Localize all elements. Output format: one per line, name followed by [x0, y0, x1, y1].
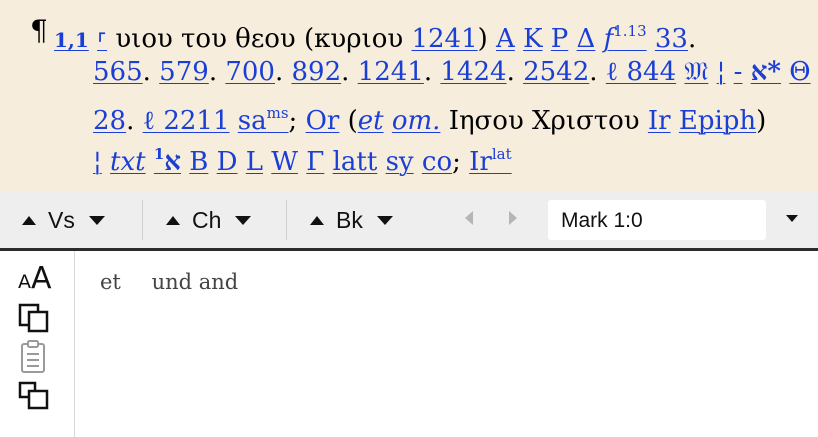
greek-phrase: Ιησου Χριστου [448, 106, 640, 136]
witness-l2211[interactable]: ℓ 2211 [143, 106, 230, 136]
separator-1[interactable]: ¦ [717, 57, 726, 87]
verse-nav: Vs [22, 192, 105, 248]
witness-latt[interactable]: latt [333, 147, 378, 177]
variant-mark-link[interactable]: ⸀ [97, 28, 107, 52]
book-nav: Bk [310, 192, 393, 248]
separator-2[interactable]: ¦ [93, 147, 102, 177]
om-link[interactable]: om. [392, 106, 441, 136]
witness-irenaeus[interactable]: Ir [648, 106, 671, 136]
witness-syriac[interactable]: sy [386, 147, 414, 177]
nav-left-icon[interactable] [465, 211, 473, 225]
chapter-prev-triangle-up-icon[interactable] [166, 215, 180, 225]
duplicate-window-icon[interactable] [18, 381, 52, 411]
paragraph-mark: ¶ [30, 14, 48, 47]
apparatus-line-3: 28. ℓ 2211 sams; Or (et om. Ιησου Χριστο… [93, 104, 767, 136]
witness-sa-label: sa [237, 106, 267, 136]
reference-dropdown-icon[interactable] [786, 215, 798, 222]
witness-1241[interactable]: 1241 [411, 24, 477, 54]
font-size-icon[interactable]: AA [18, 261, 52, 296]
witness-565[interactable]: 565 [93, 57, 143, 87]
omission-dash[interactable]: - [734, 57, 743, 87]
witness-A[interactable]: A [496, 24, 515, 54]
witness-origen[interactable]: Or [306, 106, 340, 136]
side-toolbar: AA [0, 251, 75, 437]
apparatus-line-2: 565. 579. 700. 892. 1241. 1424. 2542. ℓ … [93, 57, 811, 87]
reference-field[interactable]: Mark 1:0 [548, 200, 766, 240]
witness-28[interactable]: 28 [93, 106, 126, 136]
verse-label: Vs [48, 206, 75, 233]
witness-K[interactable]: K [523, 24, 542, 54]
verse-ref-link[interactable]: 1,1 [54, 28, 89, 52]
witness-majority[interactable]: 𝔐 [684, 57, 708, 87]
witness-aleph-1-label: א [164, 147, 181, 177]
content-word: et [100, 270, 121, 294]
txt-link[interactable]: txt [110, 147, 146, 177]
witness-W[interactable]: W [271, 147, 298, 177]
witness-ir2-label: Ir [469, 147, 492, 177]
clipboard-icon[interactable] [18, 339, 52, 375]
witness-aleph-star[interactable]: א* [751, 57, 781, 87]
witness-sahidic[interactable]: sams [237, 104, 289, 136]
witness-coptic[interactable]: co [422, 147, 452, 177]
book-prev-triangle-up-icon[interactable] [310, 215, 324, 225]
witness-f-sup: 1.13 [613, 22, 647, 40]
witness-f-label: f [603, 24, 614, 54]
verse-prev-triangle-up-icon[interactable] [22, 215, 36, 225]
nav-right-icon[interactable] [509, 211, 517, 225]
witness-33[interactable]: 33 [655, 24, 688, 54]
witness-aleph-1-sup: 1 [153, 145, 165, 163]
witness-P[interactable]: P [551, 24, 569, 54]
witness-2542[interactable]: 2542 [523, 57, 589, 87]
chapter-label: Ch [192, 206, 222, 233]
toolbar-divider [142, 200, 143, 240]
book-label: Bk [336, 206, 363, 233]
witness-l844[interactable]: ℓ 844 [606, 57, 676, 87]
witness-700[interactable]: 700 [225, 57, 275, 87]
reference-text: Mark 1:0 [561, 209, 643, 232]
witness-aleph-1[interactable]: א1 [153, 145, 181, 177]
navigation-toolbar: Vs Ch Bk Mark 1:0 [0, 192, 818, 251]
witness-sa-sup: ms [266, 104, 289, 122]
witness-Gamma[interactable]: Γ [306, 147, 324, 177]
witness-epiphanius[interactable]: Epiph [679, 106, 756, 136]
apparatus-line-4: ¦ txt א1 B D L W Γ latt sy co; Irlat [93, 145, 512, 177]
paren-open: ( [304, 24, 315, 54]
et-link[interactable]: et [358, 106, 384, 136]
witness-D[interactable]: D [217, 147, 238, 177]
copy-icon[interactable] [18, 303, 52, 333]
witness-Theta[interactable]: Θ [789, 57, 810, 87]
variant-reading: κυριου [314, 24, 404, 54]
chapter-nav: Ch [166, 192, 252, 248]
word-content: et und and [100, 270, 262, 294]
witness-irenaeus-lat[interactable]: Irlat [469, 145, 512, 177]
chapter-next-triangle-down-icon[interactable] [235, 215, 252, 225]
lemma-text: υιου του θεου [115, 24, 296, 54]
witness-ir2-sup: lat [491, 145, 512, 163]
witness-B[interactable]: B [189, 147, 208, 177]
paren-close: ) [477, 24, 488, 54]
book-next-triangle-down-icon[interactable] [376, 215, 393, 225]
toolbar-divider [286, 200, 287, 240]
witness-579[interactable]: 579 [159, 57, 209, 87]
content-word: und and [151, 270, 239, 294]
witness-Delta[interactable]: Δ [577, 24, 596, 54]
apparatus-line-1: 1,1 ⸀ υιου του θεου (κυριου 1241) A K P … [54, 22, 697, 54]
apparatus-panel: ¶ 1,1 ⸀ υιου του θεου (κυριου 1241) A K … [0, 0, 818, 192]
witness-L[interactable]: L [246, 147, 263, 177]
verse-next-triangle-down-icon[interactable] [88, 215, 105, 225]
witness-f-family[interactable]: f1.13 [603, 22, 647, 54]
witness-1241b[interactable]: 1241 [358, 57, 424, 87]
witness-892[interactable]: 892 [292, 57, 342, 87]
witness-1424[interactable]: 1424 [440, 57, 506, 87]
